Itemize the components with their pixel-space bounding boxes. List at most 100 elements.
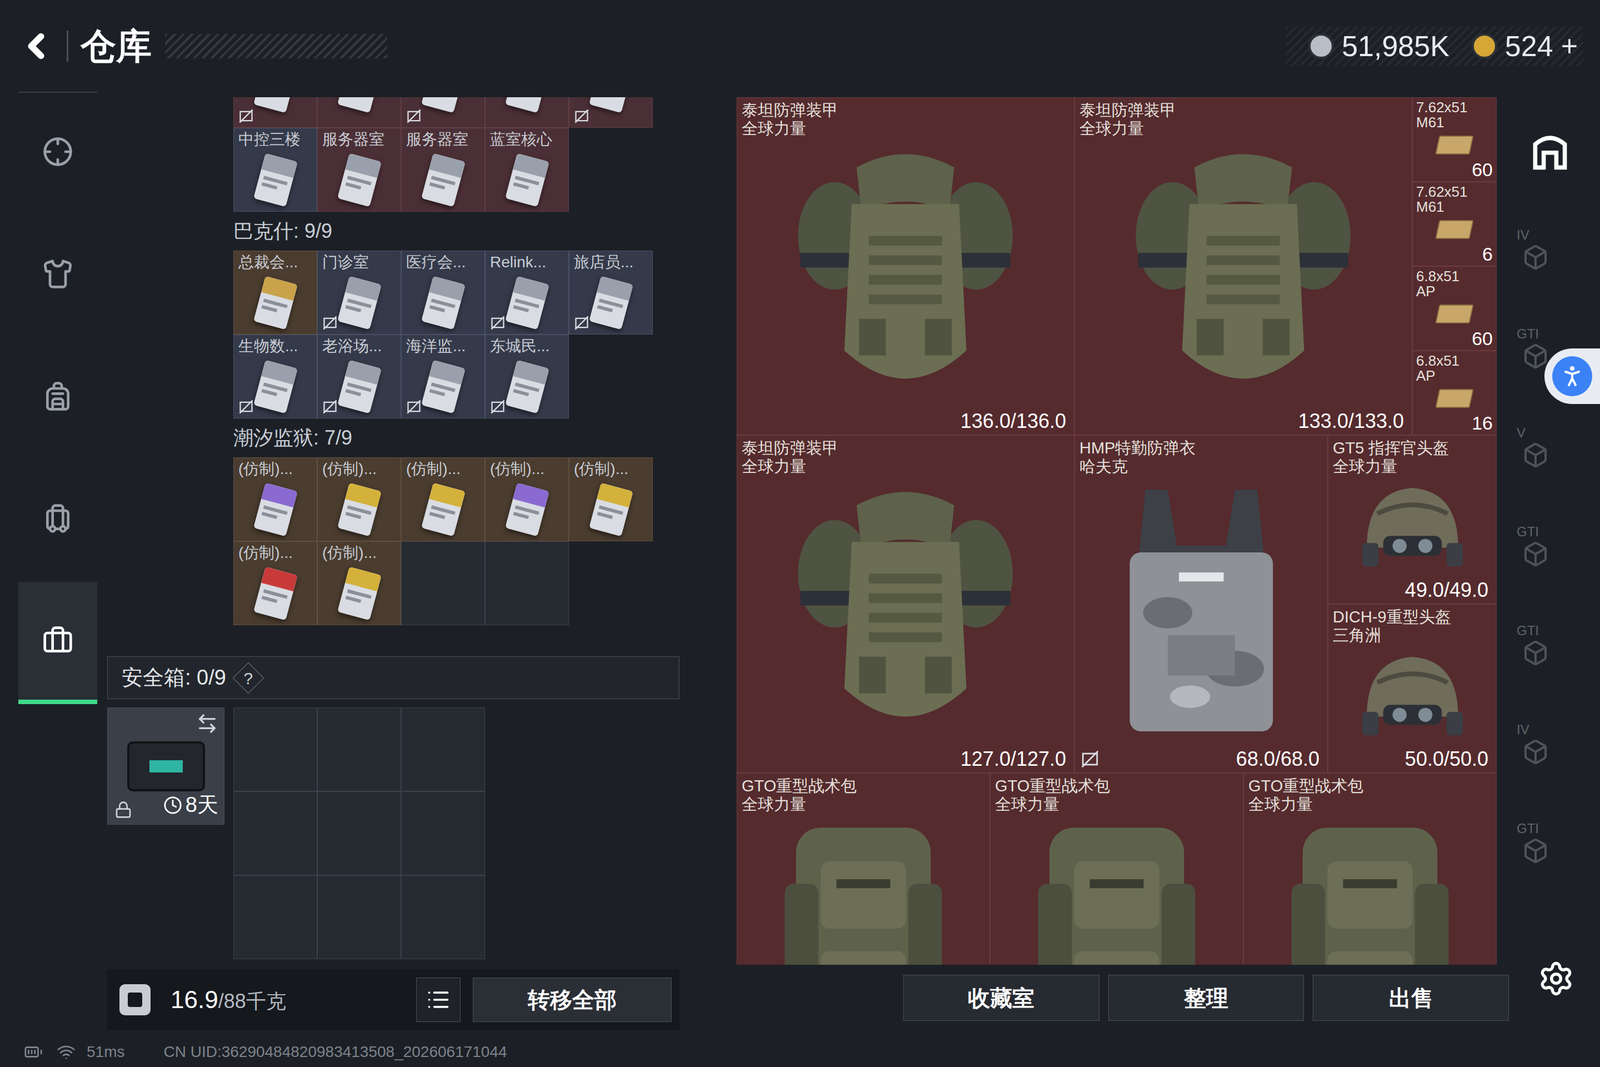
transfer-all-button[interactable]: 转移全部	[472, 977, 672, 1022]
nav-item[interactable]	[18, 459, 98, 582]
ammo-item[interactable]: 7.62x51M6160	[1412, 97, 1497, 182]
gear-item[interactable]: 泰坦防弹装甲全球力量133.0/133.0	[1074, 97, 1413, 435]
key-card[interactable]	[568, 97, 653, 128]
side-nav	[18, 91, 98, 1037]
key-card[interactable]: (仿制)...	[568, 457, 653, 542]
key-card[interactable]: 门诊室	[317, 250, 402, 335]
accessibility-button[interactable]	[1544, 348, 1600, 404]
empty-slot[interactable]	[401, 541, 485, 625]
swap-icon[interactable]	[196, 712, 219, 735]
key-card[interactable]: (仿制)...	[401, 457, 485, 542]
nav-item[interactable]	[18, 215, 98, 338]
key-card[interactable]: (仿制)...	[317, 457, 402, 542]
key-card-label: (仿制)...	[233, 541, 317, 562]
add-currency-button[interactable]: +	[1561, 31, 1578, 61]
no-trade-icon	[238, 398, 254, 415]
list-button[interactable]	[416, 977, 461, 1022]
nav-icon	[42, 502, 74, 534]
safe-slot[interactable]	[233, 791, 318, 875]
key-card[interactable]: 老浴场...	[317, 334, 402, 419]
nav-item[interactable]	[18, 581, 98, 704]
no-trade-icon	[490, 315, 506, 331]
key-card[interactable]: 服务器室	[401, 127, 485, 212]
key-card-icon	[588, 275, 634, 330]
key-card[interactable]: 中控三楼	[233, 127, 318, 212]
action-button[interactable]: 收藏室	[903, 974, 1100, 1021]
key-card[interactable]: (仿制)...	[233, 541, 318, 625]
key-card-label: (仿制)...	[569, 457, 653, 478]
key-card[interactable]: 服务器室	[317, 127, 402, 212]
key-card-label: 医疗会...	[401, 251, 485, 272]
key-section-title: 巴克什: 9/9	[233, 211, 680, 251]
gear-item[interactable]: 泰坦防弹装甲全球力量127.0/127.0	[736, 435, 1075, 773]
gear-item[interactable]: GT5 指挥官头盔全球力量49.0/49.0	[1327, 435, 1497, 604]
action-button[interactable]: 整理	[1108, 974, 1305, 1021]
action-bar: 收藏室整理出售	[736, 974, 1509, 1021]
main-area: 中控三楼服务器室服务器室蓝室核心巴克什: 9/9总裁会...门诊室医疗会...R…	[0, 91, 1600, 1037]
ammo-item[interactable]: 7.62x51M616	[1412, 181, 1497, 267]
weight-icon	[119, 983, 151, 1015]
key-card[interactable]	[233, 97, 318, 128]
gear-item[interactable]: HMP特勤防弹衣哈夫克68.0/68.0	[1074, 435, 1328, 773]
key-card[interactable]: 总裁会...	[233, 250, 318, 335]
gear-item[interactable]: 泰坦防弹装甲全球力量136.0/136.0	[736, 97, 1075, 435]
back-button[interactable]	[16, 21, 56, 72]
key-card[interactable]: 旅店员...	[568, 250, 653, 335]
safe-slot[interactable]	[317, 875, 402, 959]
safe-slot[interactable]	[233, 875, 318, 959]
side-tab[interactable]: GTI	[1508, 595, 1600, 695]
safe-slot[interactable]	[401, 875, 485, 959]
stash-panel: 泰坦防弹装甲全球力量136.0/136.0泰坦防弹装甲全球力量133.0/133…	[736, 91, 1509, 1037]
key-card-icon	[337, 152, 382, 207]
safe-slot[interactable]	[317, 791, 402, 875]
key-card[interactable]: (仿制)...	[233, 457, 318, 542]
ammo-item[interactable]: 6.8x51AP16	[1412, 350, 1497, 435]
empty-slot[interactable]	[485, 541, 569, 625]
key-card[interactable]: Relink...	[485, 250, 569, 335]
safe-slot[interactable]	[401, 707, 485, 792]
nav-item[interactable]	[18, 92, 98, 215]
side-tab[interactable]: GTI	[1508, 496, 1600, 596]
key-card[interactable]: 生物数...	[233, 334, 318, 419]
action-button[interactable]: 出售	[1312, 974, 1509, 1021]
key-card[interactable]	[401, 97, 485, 128]
status-bar: 51msCN UID:36290484820983413508_20260617…	[0, 1036, 1600, 1067]
key-card[interactable]: 蓝室核心	[485, 127, 569, 212]
key-card-label: (仿制)...	[401, 457, 485, 478]
gear-item[interactable]: DICH-9重型头盔三角洲50.0/50.0	[1327, 603, 1497, 773]
nav-item[interactable]	[18, 337, 98, 460]
side-tab[interactable]: IV	[1508, 200, 1600, 299]
key-card-icon	[588, 97, 634, 113]
ammo-box-icon	[1435, 220, 1474, 239]
key-card[interactable]: 东城民...	[485, 334, 569, 419]
key-card[interactable]: 海洋监...	[401, 334, 485, 419]
category-icon	[1522, 738, 1549, 765]
key-card[interactable]	[317, 97, 402, 128]
key-card[interactable]: 医疗会...	[401, 250, 485, 335]
safe-slot[interactable]	[401, 791, 485, 875]
key-card[interactable]	[485, 97, 569, 128]
vest-icon	[1089, 478, 1314, 747]
key-card[interactable]: (仿制)...	[485, 457, 569, 542]
side-tab[interactable]: V	[1508, 397, 1600, 497]
safe-box-icon	[127, 741, 205, 792]
stash-grid: 泰坦防弹装甲全球力量136.0/136.0泰坦防弹装甲全球力量133.0/133…	[736, 97, 1497, 965]
key-card-label: 服务器室	[317, 128, 401, 149]
safe-box-item[interactable]: 8天	[107, 707, 225, 825]
safe-box-grid	[233, 707, 485, 959]
settings-button[interactable]	[1531, 953, 1582, 1004]
help-button[interactable]: ?	[232, 661, 265, 694]
armor-icon	[1121, 140, 1365, 409]
side-tab[interactable]: GTI	[1508, 793, 1600, 893]
safe-slot[interactable]	[317, 707, 402, 792]
gear-item[interactable]: GTO重型战术包全球力量	[736, 772, 990, 965]
key-card[interactable]: (仿制)...	[317, 541, 402, 625]
gear-item[interactable]: GTO重型战术包全球力量	[1243, 772, 1497, 965]
side-tab[interactable]: IV	[1508, 694, 1600, 794]
safe-slot[interactable]	[233, 707, 318, 792]
key-section-title: 潮汐监狱: 7/9	[233, 418, 680, 458]
side-tab[interactable]	[1508, 101, 1600, 200]
nav-icon	[42, 258, 74, 290]
ammo-item[interactable]: 6.8x51AP60	[1412, 266, 1497, 351]
gear-item[interactable]: GTO重型战术包全球力量	[990, 772, 1244, 965]
